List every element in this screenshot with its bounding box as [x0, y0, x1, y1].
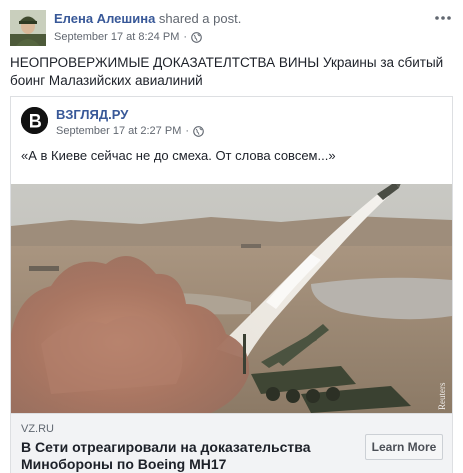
- author-avatar[interactable]: [10, 10, 46, 46]
- globe-icon[interactable]: [193, 125, 204, 137]
- link-title[interactable]: В Сети отреагировали на доказательства М…: [21, 439, 351, 473]
- shared-post-card: ВЗГЛЯД.РУ September 17 at 2:27 PM · «А в…: [10, 96, 453, 473]
- shared-quote: «А в Киеве сейчас не до смеха. От слова …: [21, 148, 336, 163]
- post-timestamp[interactable]: September 17 at 8:24 PM: [54, 30, 179, 44]
- image-watermark: Reuters: [437, 382, 447, 410]
- meta-separator: ·: [185, 125, 190, 137]
- facebook-post: Елена Алешина shared a post. September 1…: [0, 0, 463, 473]
- globe-icon[interactable]: [191, 31, 202, 43]
- post-text-caps: НЕОПРОВЕРЖИМЫЕ ДОКАЗАТЕЛТСТВА ВИНЫ: [10, 55, 320, 70]
- author-name[interactable]: Елена Алешина: [54, 11, 155, 26]
- meta-separator: ·: [183, 31, 188, 43]
- shared-meta: September 17 at 2:27 PM ·: [56, 124, 204, 138]
- more-options-icon[interactable]: [433, 10, 453, 26]
- link-preview-image[interactable]: Reuters: [11, 184, 452, 413]
- learn-more-button[interactable]: Learn More: [365, 434, 443, 460]
- share-action-text: shared a post.: [158, 11, 242, 26]
- post-header: Елена Алешина shared a post.: [54, 10, 241, 27]
- post-text: НЕОПРОВЕРЖИМЫЕ ДОКАЗАТЕЛТСТВА ВИНЫ Украи…: [10, 54, 456, 90]
- post-meta: September 17 at 8:24 PM ·: [54, 30, 202, 44]
- vzglyad-logo[interactable]: [21, 107, 48, 134]
- shared-timestamp[interactable]: September 17 at 2:27 PM: [56, 124, 181, 138]
- link-preview-footer[interactable]: VZ.RU В Сети отреагировали на доказатель…: [11, 413, 452, 473]
- link-domain: VZ.RU: [21, 423, 54, 435]
- shared-page-name[interactable]: ВЗГЛЯД.РУ: [56, 106, 128, 123]
